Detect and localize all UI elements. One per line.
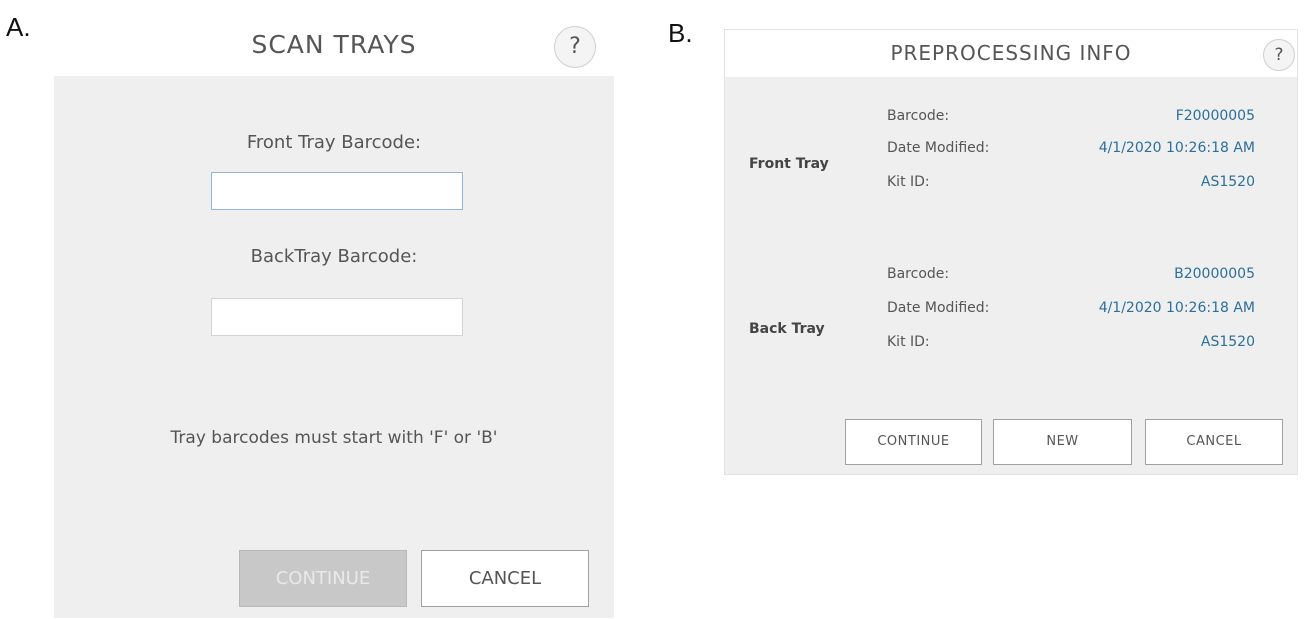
preprocessing-info-dialog: PREPROCESSING INFO ? Front Tray Barcode:… — [724, 29, 1298, 475]
continue-button[interactable]: CONTINUE — [239, 550, 407, 607]
dialog-title: SCAN TRAYS — [251, 30, 417, 59]
scan-trays-dialog: SCAN TRAYS ? Front Tray Barcode: BackTra… — [54, 12, 614, 618]
cancel-button[interactable]: CANCEL — [421, 550, 589, 607]
back-tray-barcode-label: BackTray Barcode: — [250, 246, 418, 267]
dialog-header: PREPROCESSING INFO ? — [725, 30, 1297, 77]
front-tray-barcode-label: Front Tray Barcode: — [246, 132, 422, 153]
back-date-modified-label: Date Modified: — [887, 300, 990, 316]
back-tray-heading: Back Tray — [749, 321, 825, 337]
front-tray-barcode-input[interactable] — [211, 172, 463, 210]
continue-button[interactable]: CONTINUE — [845, 419, 982, 465]
panel-b-label: B. — [668, 18, 693, 48]
front-barcode-value: F20000005 — [1175, 108, 1255, 124]
dialog-header: SCAN TRAYS ? — [54, 12, 614, 76]
new-button[interactable]: NEW — [993, 419, 1132, 465]
back-tray-barcode-input[interactable] — [211, 298, 463, 336]
dialog-title: PREPROCESSING INFO — [890, 41, 1132, 65]
cancel-button[interactable]: CANCEL — [1145, 419, 1283, 465]
back-barcode-value: B20000005 — [1174, 266, 1255, 282]
front-tray-heading: Front Tray — [749, 156, 829, 172]
help-icon[interactable]: ? — [554, 26, 596, 68]
back-date-modified-value: 4/1/2020 10:26:18 AM — [1098, 300, 1255, 316]
front-kit-id-value: AS1520 — [1200, 174, 1255, 190]
front-date-modified-label: Date Modified: — [887, 140, 990, 156]
front-barcode-label: Barcode: — [887, 108, 950, 124]
panel-a-label: A. — [6, 12, 31, 42]
help-icon[interactable]: ? — [1263, 39, 1295, 71]
front-kit-id-label: Kit ID: — [887, 174, 930, 190]
back-kit-id-value: AS1520 — [1200, 334, 1255, 350]
back-barcode-label: Barcode: — [887, 266, 950, 282]
front-date-modified-value: 4/1/2020 10:26:18 AM — [1098, 140, 1255, 156]
back-kit-id-label: Kit ID: — [887, 334, 930, 350]
barcode-hint-text: Tray barcodes must start with 'F' or 'B' — [170, 428, 498, 448]
